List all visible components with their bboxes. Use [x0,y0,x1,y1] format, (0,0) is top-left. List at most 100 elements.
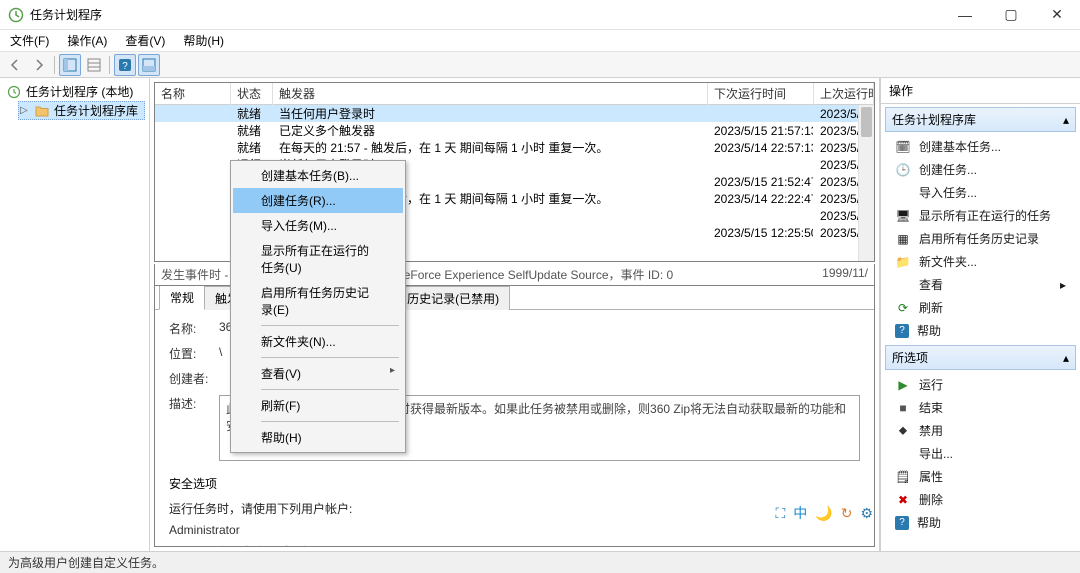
ctx-separator [261,389,399,390]
action-run[interactable]: ▶运行 [885,373,1076,396]
ctx-show-running-tasks[interactable]: 显示所有正在运行的任务(U) [233,238,403,280]
ctx-separator [261,357,399,358]
task-icon: 🕒 [895,162,911,178]
ctx-create-task[interactable]: 创建任务(R)... [233,188,403,213]
event-info-date: 1999/11/ [822,266,868,283]
maximize-button[interactable]: ▢ [988,0,1034,30]
toolbar-separator [109,56,110,74]
export-icon [895,446,911,462]
folder-icon: 📁 [895,254,911,270]
toolbar-help-button[interactable]: ? [114,54,136,76]
col-trigger[interactable]: 触发器 [273,82,708,105]
tree-expand-icon[interactable]: ▷ [20,105,30,116]
table-row[interactable]: 就绪在每天的 21:57 - 触发后，在 1 天 期间每隔 1 小时 重复一次。… [155,139,874,156]
actions-section-library[interactable]: 任务计划程序库 ▴ [885,107,1076,132]
action-create-basic-task[interactable]: 🗓创建基本任务... [885,135,1076,158]
collapse-icon[interactable]: ▴ [1063,351,1069,365]
tree-library-label: 任务计划程序库 [54,102,138,119]
stop-icon: ■ [895,400,911,416]
col-status[interactable]: 状态 [231,82,273,105]
action-view[interactable]: 查看▸ [885,273,1076,296]
action-create-task[interactable]: 🕒创建任务... [885,158,1076,181]
toolbar-pane-button[interactable] [59,54,81,76]
toolbar-list-button[interactable] [83,54,105,76]
app-icon [8,7,24,23]
titlebar: 任务计划程序 — ▢ ✕ [0,0,1080,30]
tree-root[interactable]: 任务计划程序 (本地) [4,82,145,101]
moon-icon[interactable]: 🌙 [815,505,832,522]
refresh-icon: ⟳ [895,300,911,316]
import-icon [895,185,911,201]
action-help-2[interactable]: ?帮助 [885,511,1076,534]
delete-icon: ✖ [895,492,911,508]
help-icon: ? [895,516,909,530]
ctx-new-folder[interactable]: 新文件夹(N)... [233,329,403,354]
col-name[interactable]: 名称 [155,82,231,105]
help-icon: ? [895,324,909,338]
clock-icon [6,84,22,100]
statusbar: 为高级用户创建自定义任务。 [0,551,1080,573]
floating-tray-icons: ⛶ 中 🌙 ↻ ⚙ [775,503,873,523]
tree-pane[interactable]: 任务计划程序 (本地) ▷ 任务计划程序库 [0,78,150,551]
tree-root-label: 任务计划程序 (本地) [26,83,133,100]
col-last-run[interactable]: 上次运行时 [814,82,874,105]
sync-icon[interactable]: ↻ [841,505,853,522]
radio-icon [187,546,199,547]
col-next-run[interactable]: 下次运行时间 [708,82,814,105]
tab-general[interactable]: 常规 [159,285,205,310]
menu-view[interactable]: 查看(V) [121,30,169,51]
toolbar: ? [0,52,1080,78]
nav-back-button[interactable] [4,54,26,76]
actions-section-selected[interactable]: 所选项 ▴ [885,345,1076,370]
table-row[interactable]: 就绪已定义多个触发器2023/5/15 21:57:132023/5/14 [155,122,874,139]
collapse-icon[interactable]: ▴ [1063,113,1069,127]
main-area: 任务计划程序 (本地) ▷ 任务计划程序库 创建基本任务(B)... 创建任务(… [0,78,1080,551]
action-enable-history[interactable]: ▦启用所有任务历史记录 [885,227,1076,250]
ctx-create-basic-task[interactable]: 创建基本任务(B)... [233,163,403,188]
menu-help[interactable]: 帮助(H) [179,30,228,51]
description-label: 描述: [169,395,219,412]
task-icon: 🗓 [895,139,911,155]
toolbar-preview-button[interactable] [138,54,160,76]
action-help[interactable]: ?帮助 [885,319,1076,342]
action-import-task[interactable]: 导入任务... [885,181,1076,204]
nav-forward-button[interactable] [28,54,50,76]
ctx-help[interactable]: 帮助(H) [233,425,403,450]
close-button[interactable]: ✕ [1034,0,1080,30]
action-end[interactable]: ■结束 [885,396,1076,419]
center-icon[interactable]: 中 [793,503,807,523]
tab-history[interactable]: 历史记录(已禁用) [396,286,510,310]
folder-icon [34,103,50,119]
security-section-title: 安全选项 [169,475,860,492]
menu-action[interactable]: 操作(A) [63,30,111,51]
radio-run-logged-in[interactable]: 只在用户登录时运行 [187,543,860,546]
gear-icon[interactable]: ⚙ [860,505,873,522]
runas-user: Administrator [169,523,860,537]
action-disable[interactable]: ⬥禁用 [885,419,1076,442]
context-menu: 创建基本任务(B)... 创建任务(R)... 导入任务(M)... 显示所有正… [230,160,406,453]
grid-header: 名称 状态 触发器 下次运行时间 上次运行时 [155,83,874,105]
action-new-folder[interactable]: 📁新文件夹... [885,250,1076,273]
ctx-import-task[interactable]: 导入任务(M)... [233,213,403,238]
ctx-separator [261,325,399,326]
menu-file[interactable]: 文件(F) [6,30,53,51]
action-export[interactable]: 导出... [885,442,1076,465]
ctx-view[interactable]: 查看(V) [233,361,403,386]
expand-icon[interactable]: ⛶ [775,505,785,522]
tree-library[interactable]: ▷ 任务计划程序库 [18,101,145,120]
status-text: 为高级用户创建自定义任务。 [8,554,164,571]
table-row[interactable]: 就绪当任何用户登录时2023/5/14 [155,105,874,122]
action-delete[interactable]: ✖删除 [885,488,1076,511]
actions-pane: 操作 任务计划程序库 ▴ 🗓创建基本任务... 🕒创建任务... 导入任务...… [880,78,1080,551]
chevron-right-icon: ▸ [1060,278,1066,292]
ctx-enable-history[interactable]: 启用所有任务历史记录(E) [233,280,403,322]
creator-label: 创建者: [169,370,219,387]
name-label: 名称: [169,320,219,337]
action-properties[interactable]: 🗒属性 [885,465,1076,488]
app-title: 任务计划程序 [30,6,102,23]
ctx-refresh[interactable]: 刷新(F) [233,393,403,418]
grid-vscrollbar[interactable] [858,105,874,261]
action-refresh[interactable]: ⟳刷新 [885,296,1076,319]
minimize-button[interactable]: — [942,0,988,30]
action-show-running[interactable]: 🖥显示所有正在运行的任务 [885,204,1076,227]
